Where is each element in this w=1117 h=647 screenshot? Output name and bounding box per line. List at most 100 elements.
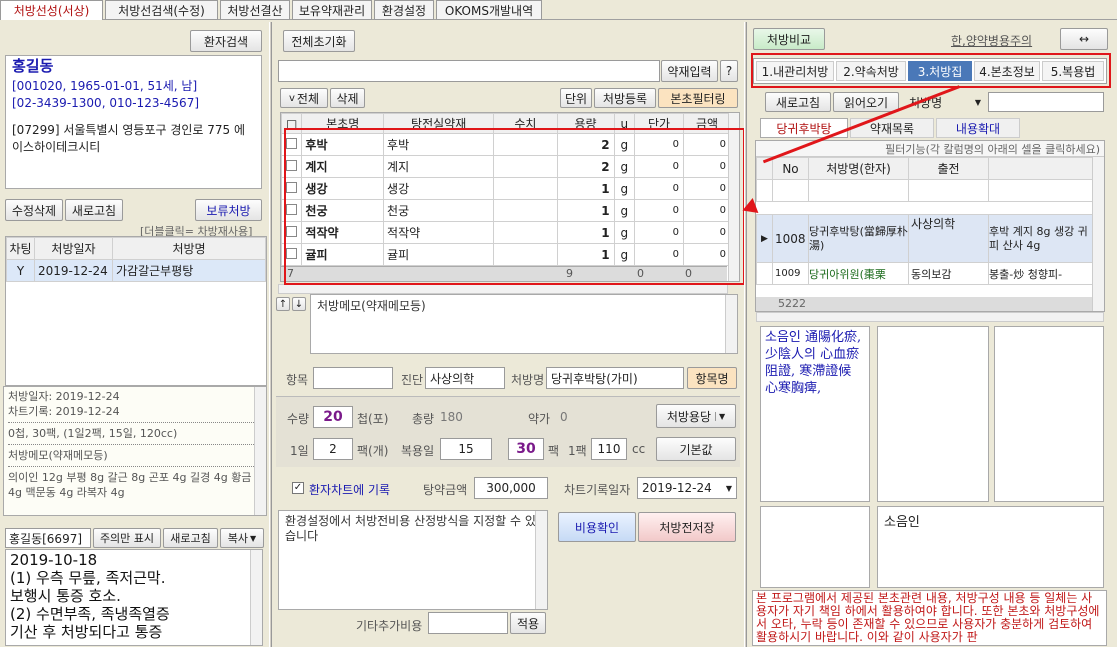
memo-tab[interactable]: 홍길동[6697] <box>5 528 91 548</box>
unit-button[interactable]: 단위 <box>560 88 592 108</box>
chevron-down-icon: ▼ <box>974 97 981 107</box>
chart-record-checkbox[interactable]: ✓ <box>292 482 304 494</box>
rx-name-input[interactable]: 당귀후박탕(가미) <box>546 367 684 389</box>
apply-button[interactable]: 적용 <box>510 612 546 634</box>
tab-settings[interactable]: 환경설정 <box>374 0 434 20</box>
item-input[interactable] <box>313 367 393 389</box>
herb-grid-highlight <box>284 128 745 285</box>
collection-row-selected[interactable]: ▶ 1008 당귀후박탕(當歸厚朴湯) 사상의학 후박 계지 8g 생강 귀 진… <box>756 214 1104 263</box>
patient-search-button[interactable]: 환자검색 <box>190 30 262 52</box>
info-box-2 <box>877 326 989 502</box>
collection-row[interactable]: 1009 당귀아위원(棗栗 동의보감 봉출-炒 청향피- <box>756 262 1104 285</box>
collection-hscroll[interactable] <box>756 312 1104 322</box>
select-all-button[interactable]: v 전체 <box>280 88 328 108</box>
delete-button[interactable]: 삭제 <box>330 88 365 108</box>
expand-button[interactable]: ↔ <box>1060 28 1108 50</box>
chevron-down-icon: v <box>288 92 295 104</box>
load-button[interactable]: 읽어오기 <box>833 92 899 112</box>
move-down-button[interactable]: ↓ <box>292 297 306 311</box>
bottom-box-2: 소음인 <box>877 506 1104 588</box>
tab-prescription-settlement[interactable]: 처방선결산 <box>220 0 290 20</box>
chart-date-select[interactable]: 2019-12-24 ▼ <box>637 477 737 499</box>
chevron-down-icon: ▼ <box>725 483 732 493</box>
move-up-button[interactable]: ↑ <box>276 297 290 311</box>
collection-header-herbs <box>988 157 1104 180</box>
rx-name-search-input[interactable] <box>988 92 1104 112</box>
chart-date-label: 차트기록일자 <box>564 483 631 497</box>
amount-input[interactable]: 20 <box>313 406 353 428</box>
collection-source: 동의보감 <box>908 262 989 285</box>
history-cell-date: 2019-12-24 <box>34 259 113 282</box>
item-label: 항목 <box>286 373 309 387</box>
tab-prescription-create[interactable]: 처방선성(서상) <box>0 0 103 20</box>
usage-dropdown-label: 처방용당 <box>666 409 711 424</box>
memo-copy-label: 복사 <box>227 532 249 545</box>
memo-field-scrollbar[interactable] <box>725 295 737 353</box>
daily-unit: 팩(개) <box>357 444 389 458</box>
detail-scrollbar[interactable] <box>254 387 266 515</box>
save-prescription-button[interactable]: 처방전저장 <box>638 512 736 542</box>
collection-header-row: No 처방명(한자) 출전 <box>756 157 1104 180</box>
hold-prescription-button[interactable]: 보류처방 <box>195 199 262 221</box>
collection-herbs: 봉출-炒 청향피- <box>988 262 1104 285</box>
cost-note-text: 환경설정에서 처방전비용 산정방식을 지정할 수 있습니다 <box>285 514 536 543</box>
extra-cost-input[interactable] <box>428 612 508 634</box>
right-refresh-button[interactable]: 새로고침 <box>765 92 831 112</box>
tab-prescription-search[interactable]: 처방선검색(수정) <box>105 0 218 20</box>
item-list-button[interactable]: 항목명 <box>687 367 737 389</box>
cost-check-button[interactable]: 비용확인 <box>558 512 636 542</box>
herb-price-label: 약가 <box>528 412 551 426</box>
collection-header-source: 출전 <box>908 157 989 180</box>
usage-dropdown[interactable]: 처방용당 ▼ <box>656 404 736 428</box>
daily-label: 1일 <box>290 444 309 458</box>
drug-caution-link[interactable]: 한,양약병용주의 <box>951 32 1032 49</box>
edit-delete-button[interactable]: 수정삭제 <box>5 199 63 221</box>
prescription-register-button[interactable]: 처방등록 <box>594 88 656 108</box>
packs-input[interactable]: 30 <box>508 438 544 460</box>
cost-note-box[interactable]: 환경설정에서 처방전비용 산정방식을 지정할 수 있습니다 <box>278 510 548 610</box>
tab-herb-inventory[interactable]: 보유약재관리 <box>292 0 372 20</box>
detail-herbs: 의이인 12g 부평 8g 갈근 8g 곤포 4g 길경 4g 황금 4g 맥문… <box>8 471 252 499</box>
diagnosis-input[interactable]: 사상의학 <box>425 367 505 389</box>
days-input[interactable]: 15 <box>440 438 492 460</box>
collection-scrollbar[interactable] <box>1092 157 1104 311</box>
patient-phone-line: [02-3439-1300, 010-123-4567] <box>12 96 200 110</box>
memo-line: (1) 우측 무릎, 족저근막. <box>10 569 166 587</box>
collection-filter-row[interactable] <box>756 179 1104 202</box>
detail-divider <box>8 422 262 423</box>
default-value-button[interactable]: 기본값 <box>656 437 736 461</box>
prescription-collection-grid: 필터기능(각 칼럼명의 아래의 셀을 클릭하세요) No 처방명(한자) 출전 … <box>755 140 1105 312</box>
herb-filter-button[interactable]: 본초필터링 <box>658 88 738 108</box>
herb-input-field[interactable] <box>278 60 660 82</box>
disclaimer-box: 본 프로그램에서 제공된 본초관련 내용, 처방구성 내용 등 일체는 사용자가… <box>752 590 1107 646</box>
herb-grid-hscroll[interactable] <box>278 284 728 294</box>
history-header-name: 처방명 <box>112 237 266 260</box>
memo-refresh-button[interactable]: 새로고침 <box>163 528 218 548</box>
select-all-label: 전체 <box>296 91 319 106</box>
daily-input[interactable]: 2 <box>313 438 353 460</box>
per-pack-input[interactable]: 110 <box>591 438 627 460</box>
patient-memo-box[interactable]: 2019-10-18 (1) 우측 무릎, 족저근막. 보행시 통증 호소. (… <box>5 549 263 646</box>
reset-all-button[interactable]: 전체초기화 <box>283 30 355 52</box>
tab-okoms-history[interactable]: OKOMS개발내역 <box>436 0 542 20</box>
prescription-compare-button[interactable]: 처방비교 <box>753 28 825 50</box>
subtab-content-expand[interactable]: 내용확대 <box>936 118 1020 138</box>
caution-only-button[interactable]: 주의만 표시 <box>93 528 161 548</box>
right-divider <box>744 22 747 647</box>
decoction-price-input[interactable]: 300,000 <box>474 477 548 499</box>
extra-cost-label: 기타추가비용 <box>356 619 423 633</box>
prescription-memo-field[interactable]: 처방메모(약재메모등) <box>310 294 738 354</box>
memo-line: 기산 후 처방되다고 통증 <box>10 623 163 641</box>
memo-line: 2019-10-18 <box>10 551 98 569</box>
detail-divider-3 <box>8 466 262 467</box>
memo-copy-button[interactable]: 복사 ▼ <box>220 528 264 548</box>
help-button[interactable]: ? <box>720 60 738 82</box>
cost-note-scrollbar[interactable] <box>535 511 547 609</box>
herb-input-button[interactable]: 약재입력 <box>661 60 718 82</box>
left-refresh-button[interactable]: 새로고침 <box>65 199 123 221</box>
bottom-text: 소음인 <box>884 515 920 530</box>
history-row[interactable]: Y 2019-12-24 가감갈근부평탕 <box>6 259 266 282</box>
memo-line: (2) 수면부족, 족냉족열증 <box>10 605 170 623</box>
memo-scrollbar[interactable] <box>250 550 262 645</box>
collection-footer: 5222 <box>756 297 1092 311</box>
